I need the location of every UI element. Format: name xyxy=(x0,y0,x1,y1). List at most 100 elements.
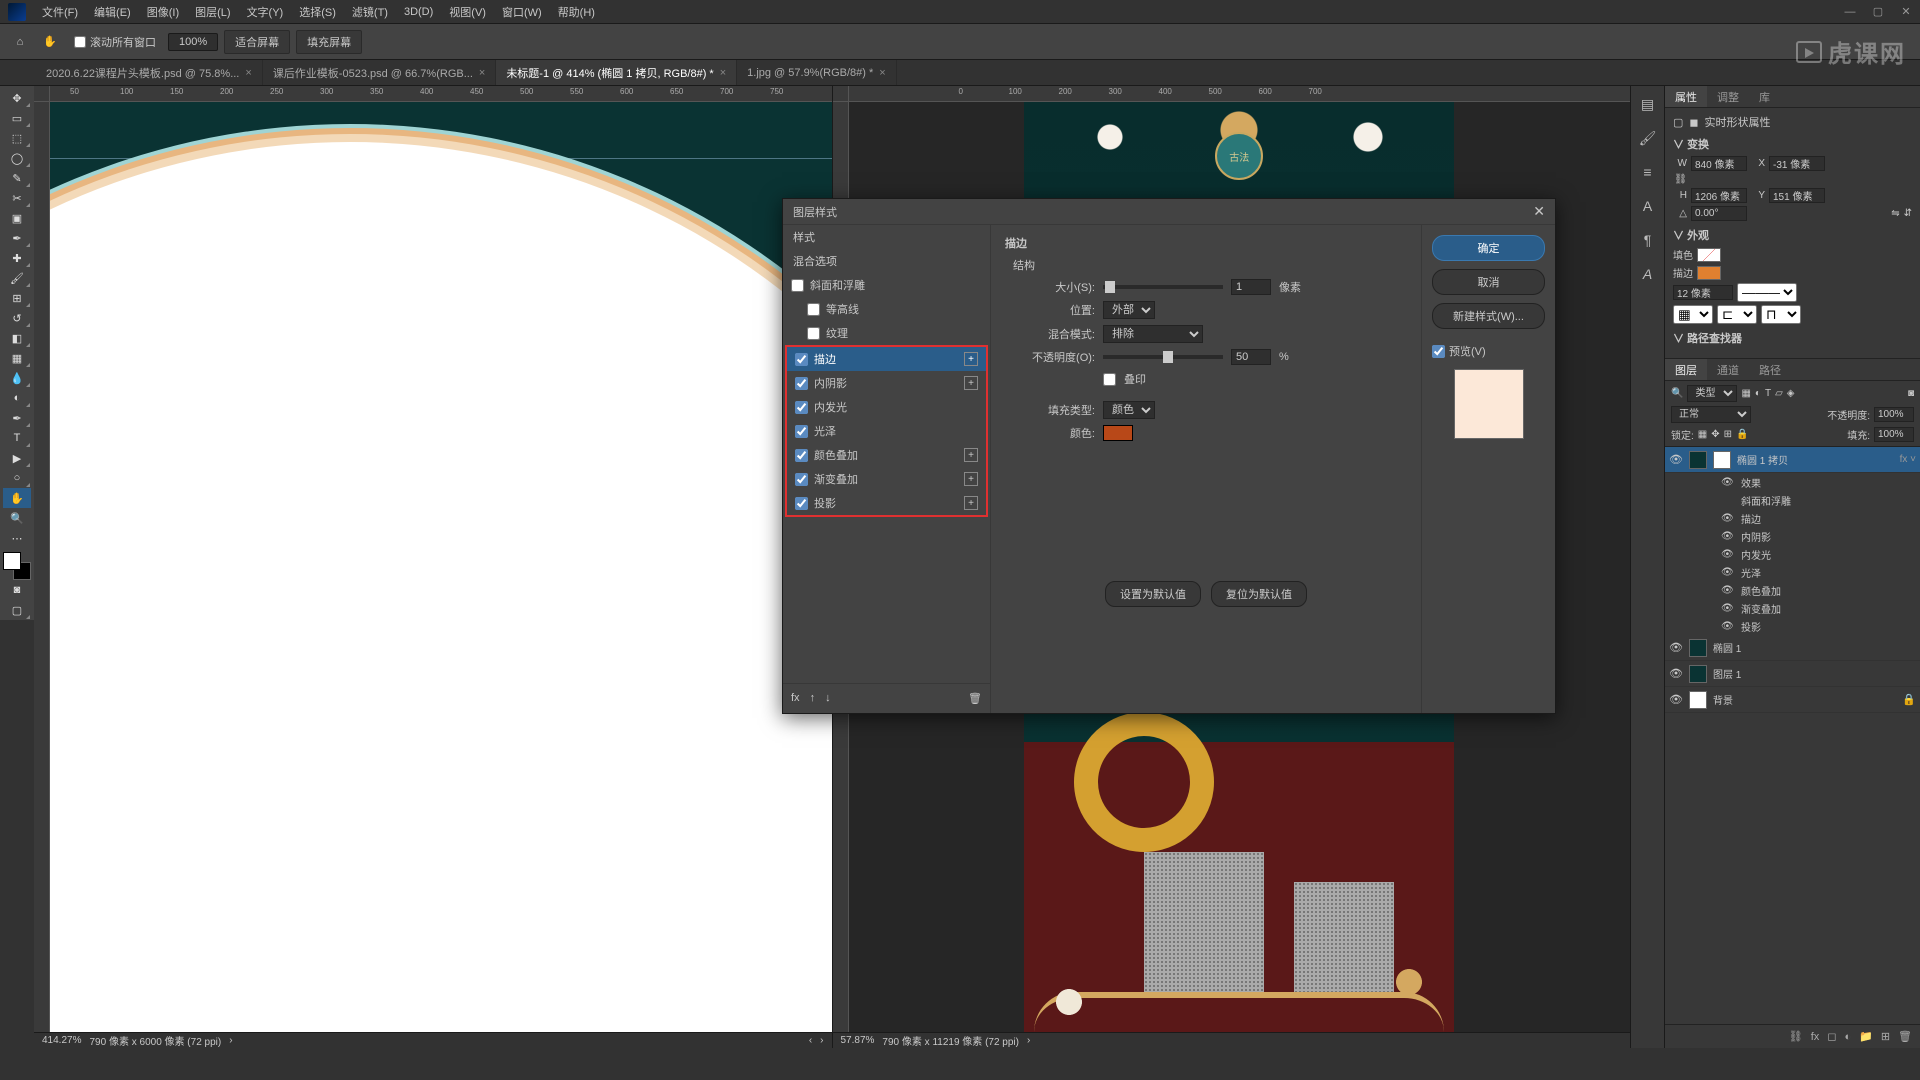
eyedropper-tool[interactable]: ✒ xyxy=(3,228,31,248)
plus-icon[interactable]: + xyxy=(964,352,978,366)
quick-select-tool[interactable]: ✎ xyxy=(3,168,31,188)
close-icon[interactable]: × xyxy=(720,67,726,79)
opacity-input[interactable] xyxy=(1231,349,1271,365)
effect-satin[interactable]: 光泽 xyxy=(787,419,986,443)
ruler-horizontal[interactable]: 0100200300400500600700 xyxy=(849,86,1631,102)
ruler-vertical[interactable] xyxy=(34,102,50,1032)
visibility-icon[interactable]: 👁 xyxy=(1669,453,1683,466)
doc-tab-3[interactable]: 未标题-1 @ 414% (椭圆 1 拷贝, RGB/8#) *× xyxy=(496,60,737,85)
layer-ellipse[interactable]: 👁 椭圆 1 xyxy=(1665,635,1920,661)
character-icon[interactable]: A xyxy=(1638,196,1658,216)
lock-pixels-icon[interactable]: ▦ xyxy=(1698,429,1707,440)
menu-file[interactable]: 文件(F) xyxy=(34,4,86,20)
close-icon[interactable]: × xyxy=(245,67,251,79)
styles-header[interactable]: 样式 xyxy=(783,225,990,249)
preview-checkbox[interactable]: 预览(V) xyxy=(1432,343,1545,359)
flip-h-icon[interactable]: ⇋ xyxy=(1891,208,1899,219)
pathfinder-section[interactable]: ∨ 路径查找器 xyxy=(1673,330,1912,346)
cancel-button[interactable]: 取消 xyxy=(1432,269,1545,295)
layer-background[interactable]: 👁 背景 🔒 xyxy=(1665,687,1920,713)
size-input[interactable] xyxy=(1231,279,1271,295)
lock-artboard-icon[interactable]: ⊞ xyxy=(1724,429,1732,440)
close-icon[interactable]: × xyxy=(879,67,885,79)
chevron-right-icon[interactable]: › xyxy=(229,1035,232,1046)
close-icon[interactable]: × xyxy=(479,67,485,79)
healing-tool[interactable]: ✚ xyxy=(3,248,31,268)
zoom-value[interactable]: 100% xyxy=(168,33,218,51)
fx-header[interactable]: 👁效果 xyxy=(1665,473,1920,491)
lock-icon[interactable]: 🔒 xyxy=(1902,693,1916,706)
type-icon[interactable]: A xyxy=(1638,264,1658,284)
effect-contour[interactable]: 等高线 xyxy=(783,297,990,321)
edit-toolbar[interactable]: ⋯ xyxy=(3,528,31,548)
menu-edit[interactable]: 编辑(E) xyxy=(86,4,139,20)
height-input[interactable] xyxy=(1691,188,1747,203)
menu-3d[interactable]: 3D(D) xyxy=(396,6,441,18)
marquee-tool[interactable]: ⬚ xyxy=(3,128,31,148)
brush-icon[interactable]: 🖌 xyxy=(1638,128,1658,148)
brush-tool[interactable]: 🖌 xyxy=(3,268,31,288)
path-select-tool[interactable]: ▶ xyxy=(3,448,31,468)
filter-adjust-icon[interactable]: ◐ xyxy=(1755,388,1761,399)
artboard-tool[interactable]: ▭ xyxy=(3,108,31,128)
scroll-all-checkbox[interactable]: 滚动所有窗口 xyxy=(68,34,162,50)
ok-button[interactable]: 确定 xyxy=(1432,235,1545,261)
mask-icon[interactable]: ◻ xyxy=(1827,1030,1836,1043)
close-icon[interactable]: ✕ xyxy=(1533,203,1545,220)
color-swatch[interactable] xyxy=(1103,425,1133,441)
effect-stroke[interactable]: 描边+ xyxy=(787,347,986,371)
doc-info[interactable]: 790 像素 x 11219 像素 (72 ppi) xyxy=(882,1033,1019,1048)
layer-ellipse-copy[interactable]: 👁 椭圆 1 拷贝 fx ˅ xyxy=(1665,447,1920,473)
shape-tool[interactable]: ○ xyxy=(3,468,31,488)
filter-type-icon[interactable]: T xyxy=(1765,388,1771,399)
link-layers-icon[interactable]: ⛓ xyxy=(1789,1030,1803,1043)
stroke-corners[interactable]: ⊓ xyxy=(1761,305,1801,324)
menu-view[interactable]: 视图(V) xyxy=(441,4,494,20)
group-icon[interactable]: 📁 xyxy=(1859,1030,1873,1043)
angle-input[interactable] xyxy=(1691,206,1747,221)
dialog-titlebar[interactable]: 图层样式 ✕ xyxy=(783,199,1555,225)
color-swatches[interactable] xyxy=(3,552,31,580)
link-icon[interactable]: ⛓ xyxy=(1673,174,1687,185)
history-brush-tool[interactable]: ↺ xyxy=(3,308,31,328)
screen-mode[interactable]: ▢ xyxy=(3,600,31,620)
fx-drop-shadow[interactable]: 👁投影 xyxy=(1665,617,1920,635)
type-tool[interactable]: T xyxy=(3,428,31,448)
visibility-icon[interactable]: 👁 xyxy=(1669,667,1683,680)
home-icon[interactable]: ⌂ xyxy=(8,30,32,54)
tab-properties[interactable]: 属性 xyxy=(1665,86,1707,107)
menu-layer[interactable]: 图层(L) xyxy=(187,4,238,20)
menu-filter[interactable]: 滤镜(T) xyxy=(344,4,396,20)
close-window-button[interactable]: ✕ xyxy=(1892,0,1920,24)
glyph-icon[interactable]: ¶ xyxy=(1638,230,1658,250)
fill-type-select[interactable]: 颜色 xyxy=(1103,401,1155,419)
filter-pixel-icon[interactable]: ▦ xyxy=(1741,388,1750,399)
trash-icon[interactable]: 🗑 xyxy=(1898,1030,1912,1043)
trash-icon[interactable]: 🗑 xyxy=(968,692,982,705)
effect-color-overlay[interactable]: 颜色叠加+ xyxy=(787,443,986,467)
appearance-section[interactable]: ∨ 外观 xyxy=(1673,227,1912,243)
tab-libraries[interactable]: 库 xyxy=(1749,86,1780,107)
crop-tool[interactable]: ✂ xyxy=(3,188,31,208)
set-default-button[interactable]: 设置为默认值 xyxy=(1105,581,1201,607)
paragraph-icon[interactable]: ≡ xyxy=(1638,162,1658,182)
doc-tab-2[interactable]: 课后作业模板-0523.psd @ 66.7%(RGB...× xyxy=(263,60,497,85)
plus-icon[interactable]: + xyxy=(964,448,978,462)
filter-smart-icon[interactable]: ◈ xyxy=(1787,388,1795,399)
visibility-icon[interactable]: 👁 xyxy=(1669,641,1683,654)
canvas-left[interactable] xyxy=(50,102,832,1032)
tab-channels[interactable]: 通道 xyxy=(1707,359,1749,380)
up-icon[interactable]: ↑ xyxy=(810,692,816,705)
size-slider[interactable] xyxy=(1103,285,1223,289)
fx-color-overlay[interactable]: 👁颜色叠加 xyxy=(1665,581,1920,599)
minimize-button[interactable]: — xyxy=(1836,0,1864,24)
fx-gradient-overlay[interactable]: 👁渐变叠加 xyxy=(1665,599,1920,617)
new-layer-icon[interactable]: ⊞ xyxy=(1881,1030,1890,1043)
filter-kind[interactable]: 类型 xyxy=(1687,385,1737,402)
menu-image[interactable]: 图像(I) xyxy=(139,4,187,20)
menu-help[interactable]: 帮助(H) xyxy=(550,4,603,20)
fx-inner-glow[interactable]: 👁内发光 xyxy=(1665,545,1920,563)
fx-bevel[interactable]: 斜面和浮雕 xyxy=(1665,491,1920,509)
dodge-tool[interactable]: ◐ xyxy=(3,388,31,408)
layer-1[interactable]: 👁 图层 1 xyxy=(1665,661,1920,687)
